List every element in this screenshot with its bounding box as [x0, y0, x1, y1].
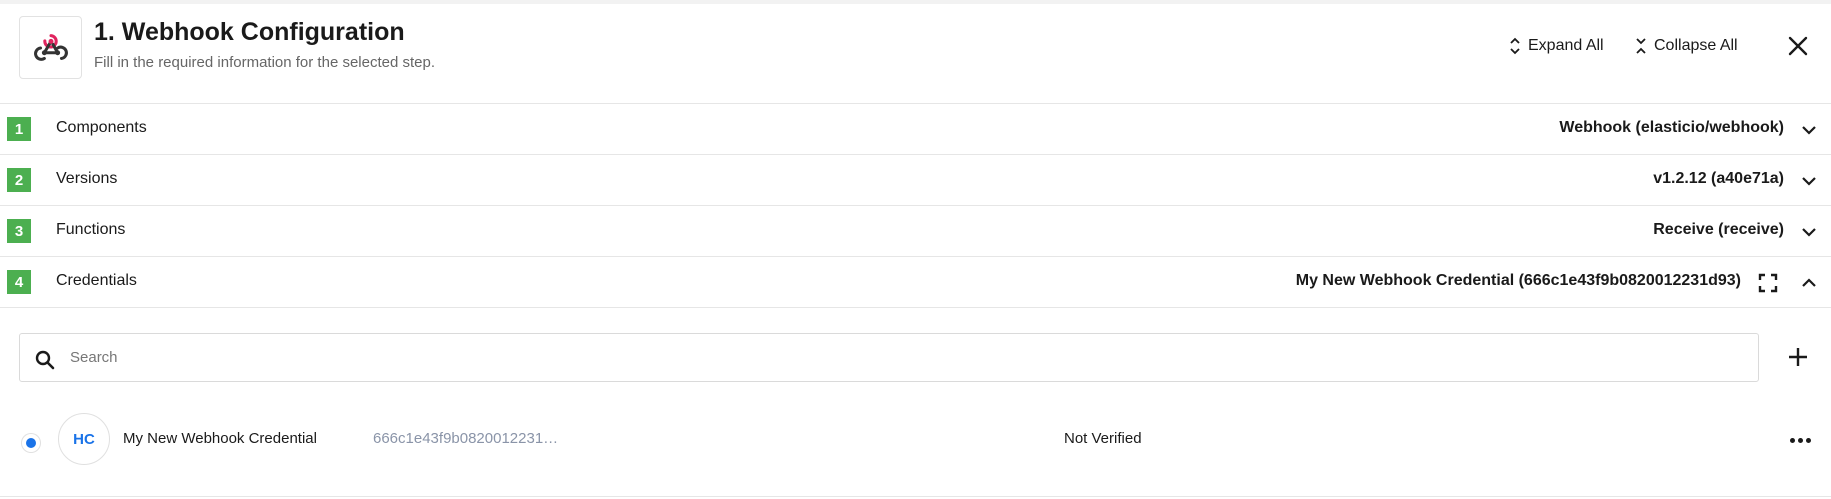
step-label: Credentials	[56, 272, 137, 289]
step-value: Webhook (elasticio/webhook)	[1559, 119, 1784, 136]
close-button[interactable]	[1786, 34, 1810, 58]
step-components[interactable]: 1 Components Webhook (elasticio/webhook)	[0, 104, 1831, 155]
step-number-badge: 4	[7, 270, 31, 294]
step-label: Versions	[56, 170, 118, 187]
page-title: 1. Webhook Configuration	[94, 18, 405, 46]
credential-name: My New Webhook Credential	[123, 430, 317, 447]
chevron-up-icon[interactable]	[1800, 274, 1818, 292]
collapse-all-button[interactable]: Collapse All	[1634, 35, 1738, 57]
credential-radio[interactable]	[22, 434, 40, 452]
step-number-badge: 2	[7, 168, 31, 192]
step-versions[interactable]: 2 Versions v1.2.12 (a40e71a)	[0, 155, 1831, 206]
plus-icon	[1789, 348, 1807, 366]
step-label: Functions	[56, 221, 126, 238]
page-subtitle: Fill in the required information for the…	[94, 54, 436, 71]
search-icon	[35, 350, 55, 370]
chevron-down-icon[interactable]	[1800, 172, 1818, 190]
step-value: v1.2.12 (a40e71a)	[1653, 170, 1784, 187]
add-credential-button[interactable]	[1786, 345, 1810, 369]
credential-search[interactable]	[19, 333, 1759, 382]
chevron-down-icon[interactable]	[1800, 223, 1818, 241]
credential-avatar: HC	[58, 413, 110, 465]
close-icon	[1788, 36, 1808, 56]
expand-all-button[interactable]: Expand All	[1508, 35, 1604, 57]
step-functions[interactable]: 3 Functions Receive (receive)	[0, 206, 1831, 257]
search-input[interactable]	[70, 334, 1740, 381]
expand-all-label: Expand All	[1528, 37, 1604, 54]
step-credentials[interactable]: 4 Credentials My New Webhook Credential …	[0, 257, 1831, 308]
chevron-down-icon[interactable]	[1800, 121, 1818, 139]
step-label: Components	[56, 119, 147, 136]
credential-row[interactable]: HC My New Webhook Credential 666c1e43f9b…	[0, 402, 1831, 497]
collapse-all-label: Collapse All	[1654, 37, 1738, 54]
webhook-logo	[19, 16, 82, 79]
step-number-badge: 3	[7, 219, 31, 243]
credential-status: Not Verified	[1064, 430, 1142, 447]
credential-id: 666c1e43f9b0820012231…	[373, 430, 559, 447]
step-number-badge: 1	[7, 117, 31, 141]
fullscreen-icon[interactable]	[1758, 273, 1778, 293]
collapse-icon	[1634, 35, 1648, 57]
panel-header: 1. Webhook Configuration Fill in the req…	[0, 4, 1831, 104]
more-options-icon[interactable]	[1790, 435, 1812, 445]
step-value: My New Webhook Credential (666c1e43f9b08…	[1295, 272, 1741, 289]
webhook-icon	[33, 33, 68, 61]
expand-icon	[1508, 35, 1522, 57]
step-value: Receive (receive)	[1653, 221, 1784, 238]
radio-selected-dot	[26, 438, 36, 448]
